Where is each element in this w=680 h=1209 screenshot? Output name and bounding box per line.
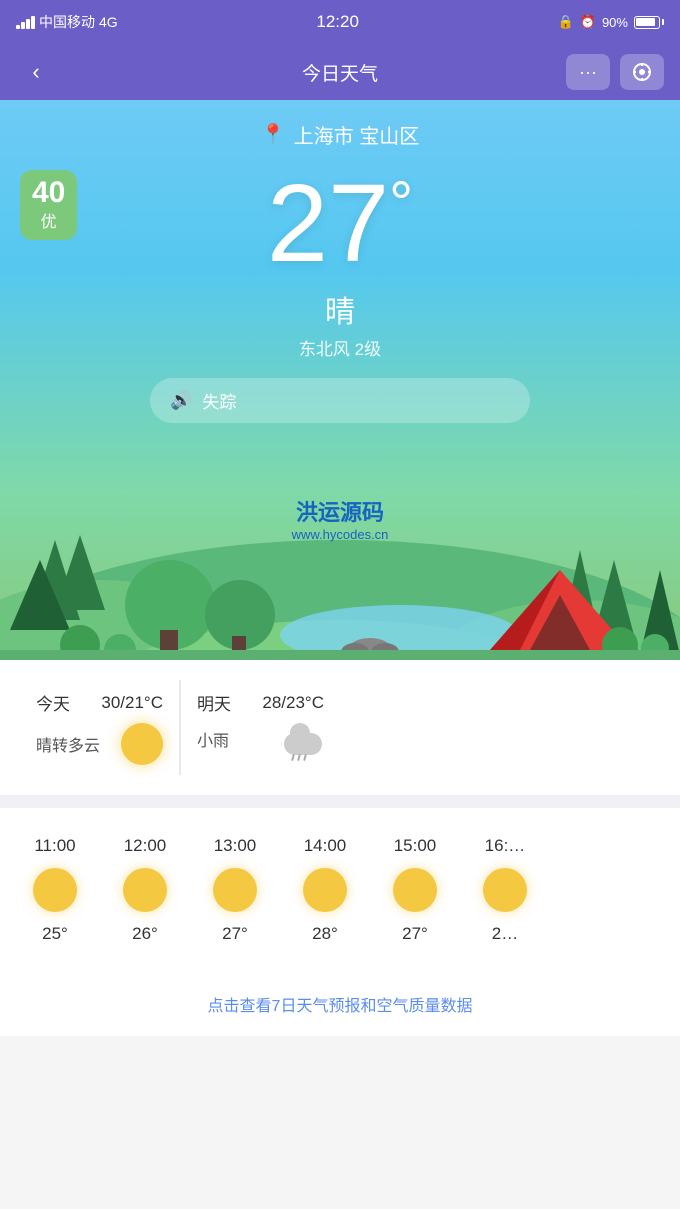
back-button[interactable]: ‹ <box>16 52 56 92</box>
lock-icon: 🔒 <box>558 14 574 30</box>
hourly-icon-4 <box>393 868 437 912</box>
status-bar: 中国移动 4G 12:20 🔒 ⏰ 90% <box>0 0 680 44</box>
alarm-icon: ⏰ <box>580 14 596 30</box>
nav-actions: ··· <box>566 54 664 90</box>
bottom-link[interactable]: 点击查看7日天气预报和空气质量数据 <box>0 972 680 1036</box>
location-pin-icon: 📍 <box>261 122 286 147</box>
temperature-display: 27° <box>267 169 413 279</box>
hourly-item-3: 14:00 28° <box>280 828 370 952</box>
watermark: 洪运源码 www.hycodes.cn <box>292 495 389 542</box>
hourly-time-1: 12:00 <box>124 836 167 856</box>
speaker-icon: 🔊 <box>170 390 192 411</box>
hourly-time-0: 11:00 <box>34 836 75 856</box>
hourly-item-1: 12:00 26° <box>100 828 190 952</box>
hourly-temp-0: 25° <box>42 924 68 944</box>
hourly-time-5: 16:… <box>485 836 526 856</box>
aqi-grade: 优 <box>32 208 65 232</box>
section-separator <box>0 796 680 808</box>
hourly-time-3: 14:00 <box>304 836 347 856</box>
aqi-badge: 40 优 <box>20 170 77 240</box>
temperature-value: 27 <box>267 162 389 285</box>
battery-percent: 90% <box>602 15 628 30</box>
hourly-icon-0 <box>33 868 77 912</box>
degree-symbol: ° <box>389 169 413 236</box>
daily-forecast-section: 今天 30/21°C 晴转多云 明天 28/23°C 小雨 <box>0 660 680 796</box>
hourly-time-2: 13:00 <box>214 836 257 856</box>
weather-hero: 📍 上海市 宝山区 40 优 27° 晴 东北风 2级 🔊 失踪 洪运源码 ww… <box>0 100 680 660</box>
hourly-icon-5 <box>483 868 527 912</box>
hourly-icon-2 <box>213 868 257 912</box>
wind-description: 东北风 2级 <box>299 335 381 360</box>
today-temp: 30/21°C <box>101 693 163 713</box>
landscape-illustration <box>0 440 680 660</box>
hourly-item-5: 16:… 2… <box>460 828 550 952</box>
announcement-text: 失踪 <box>202 388 236 413</box>
location-text: 上海市 宝山区 <box>294 120 420 149</box>
tomorrow-weather-icon <box>282 723 324 755</box>
daily-today: 今天 30/21°C 晴转多云 <box>20 680 180 775</box>
status-left: 中国移动 4G <box>16 12 118 32</box>
hourly-temp-3: 28° <box>312 924 338 944</box>
hourly-time-4: 15:00 <box>394 836 437 856</box>
weather-condition: 晴 <box>325 287 355 331</box>
hourly-temp-2: 27° <box>222 924 248 944</box>
aqi-number: 40 <box>32 178 65 208</box>
network-type: 4G <box>99 14 118 30</box>
hourly-item-2: 13:00 27° <box>190 828 280 952</box>
bottom-link-text[interactable]: 点击查看7日天气预报和空气质量数据 <box>208 998 473 1015</box>
target-button[interactable] <box>620 54 664 90</box>
nav-bar: ‹ 今日天气 ··· <box>0 44 680 100</box>
today-label: 今天 <box>36 690 70 715</box>
tomorrow-temp: 28/23°C <box>262 693 324 713</box>
hourly-temp-1: 26° <box>132 924 158 944</box>
hourly-item-4: 15:00 27° <box>370 828 460 952</box>
tomorrow-condition: 小雨 <box>197 727 229 751</box>
status-time: 12:20 <box>316 12 359 32</box>
hourly-scroll: 11:00 25° 12:00 26° 13:00 27° 14:00 28° … <box>0 828 560 952</box>
target-icon <box>632 62 652 82</box>
hourly-item-0: 11:00 25° <box>10 828 100 952</box>
hourly-temp-5: 2… <box>492 924 518 944</box>
battery-icon <box>634 16 664 29</box>
today-condition: 晴转多云 <box>36 732 100 756</box>
hourly-icon-3 <box>303 868 347 912</box>
hourly-icon-1 <box>123 868 167 912</box>
status-right: 🔒 ⏰ 90% <box>558 14 664 30</box>
signal-icon <box>16 16 35 29</box>
hourly-forecast-section[interactable]: 11:00 25° 12:00 26° 13:00 27° 14:00 28° … <box>0 808 680 972</box>
location-bar: 📍 上海市 宝山区 <box>261 120 419 149</box>
daily-tomorrow: 明天 28/23°C 小雨 <box>180 680 340 775</box>
carrier-label: 中国移动 <box>39 12 95 32</box>
hourly-temp-4: 27° <box>402 924 428 944</box>
announcement-bar: 🔊 失踪 <box>150 378 530 423</box>
more-button[interactable]: ··· <box>566 54 610 90</box>
watermark-url: www.hycodes.cn <box>292 527 389 542</box>
today-weather-icon <box>121 723 163 765</box>
page-title: 今日天气 <box>302 59 378 86</box>
tomorrow-label: 明天 <box>197 690 231 715</box>
watermark-brand: 洪运源码 <box>292 495 389 527</box>
